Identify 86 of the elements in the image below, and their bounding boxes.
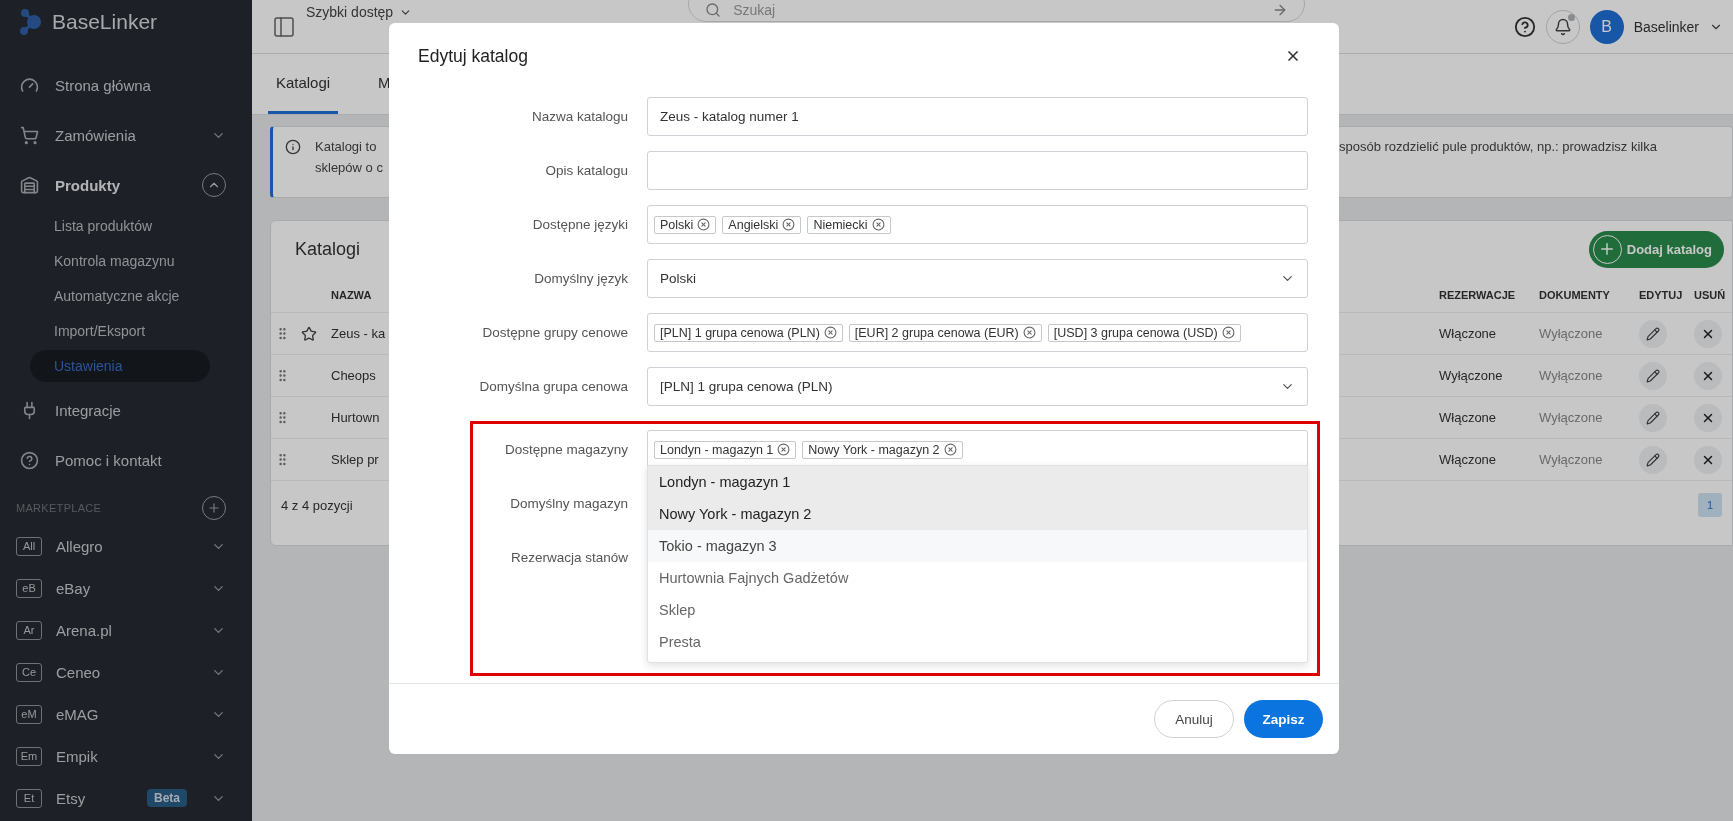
info-text: sklepów o c (315, 160, 384, 175)
dropdown-option[interactable]: Londyn - magazyn 1 (648, 466, 1307, 498)
save-button[interactable]: Zapisz (1244, 700, 1323, 738)
tab[interactable]: M (378, 54, 391, 114)
table-cell: Cheops (331, 368, 376, 383)
text-field[interactable]: Zeus - katalog numer 1 (647, 97, 1308, 136)
table-cell: Wyłączone (1539, 452, 1603, 467)
tags-field[interactable]: [PLN] 1 grupa cenowa (PLN) [EUR] 2 grupa cenowa (EUR) [USD] 3 grupa cenowa (USD) (647, 313, 1308, 352)
dropdown-option[interactable]: Tokio - magazyn 3 (648, 530, 1307, 562)
table-cell: Włączone (1439, 452, 1497, 467)
select-field[interactable]: Polski (647, 259, 1308, 298)
marketplace-item[interactable]: Ce Ceneo (0, 651, 252, 693)
tag: Londyn - magazyn 1 (654, 440, 797, 459)
field-label: Domyślny język (533, 271, 628, 286)
column-header: EDYTUJ (1639, 288, 1683, 301)
add-catalog-button[interactable]: Dodaj katalog (1588, 230, 1724, 268)
user-name[interactable]: Baselinker (1633, 18, 1699, 35)
avatar[interactable]: B (1589, 9, 1624, 44)
marketplace-item[interactable]: All Allegro (0, 525, 252, 567)
page-button[interactable]: 1 (1698, 493, 1722, 517)
marketplace-item[interactable]: eM eMAG (0, 693, 252, 735)
nav-item[interactable]: Strona główna (0, 60, 252, 110)
table-cell: Zeus - ka (331, 326, 386, 341)
table-cell: Wyłączone (1539, 326, 1603, 341)
field-label: Dostępne języki (531, 217, 628, 232)
column-header: NAZWA (331, 288, 372, 301)
field-label: Rezerwacja stanów (509, 550, 628, 565)
tag: Nowy York - magazyn 2 (802, 440, 963, 459)
column-header: DOKUMENTY (1539, 288, 1610, 301)
nav-item[interactable]: Zamówienia (0, 110, 252, 160)
marketplace-icon: Ar (16, 620, 42, 640)
field-label: Domyślna grupa cenowa (478, 379, 628, 394)
modal-title: Edytuj katalog (418, 45, 528, 67)
quick-access-menu[interactable]: Szybki dostęp (306, 4, 413, 20)
table-cell: Sklep pr (331, 452, 379, 467)
marketplace-item[interactable]: Et Etsy Beta (0, 777, 252, 819)
marketplace-item[interactable]: eB eBay (0, 567, 252, 609)
nav-item[interactable]: Produkty (0, 160, 252, 210)
marketplace-icon: Et (16, 788, 42, 808)
info-text: sposób rozdzielić pule produktów, np.: prowadzisz kilka (1339, 139, 1658, 154)
nav-subitem[interactable]: Lista produktów (30, 210, 210, 242)
field-label: Domyślny magazyn (509, 496, 628, 511)
tags-field[interactable]: Polski Angielski Niemiecki (647, 205, 1308, 244)
marketplace-item[interactable]: Ar Arena.pl (0, 609, 252, 651)
table-cell: Hurtown (331, 410, 380, 425)
table-cell: Wyłączone (1439, 368, 1503, 383)
tag: [USD] 3 grupa cenowa (USD) (1047, 323, 1241, 342)
field-label: Opis katalogu (544, 163, 628, 178)
dropdown-option[interactable]: Presta (648, 626, 1307, 658)
section-title: MARKETPLACE (16, 502, 102, 514)
column-header: USUŃ (1694, 288, 1726, 301)
dropdown-option[interactable]: Sklep (648, 594, 1307, 626)
marketplace-icon: eM (16, 704, 42, 724)
marketplace-icon: eB (16, 578, 42, 598)
nav-item[interactable]: Pomoc i kontakt (0, 435, 252, 485)
dropdown-option[interactable]: Hurtownia Fajnych Gadżetów (648, 562, 1307, 594)
table-cell: Wyłączone (1539, 410, 1603, 425)
cancel-button[interactable]: Anuluj (1154, 700, 1234, 738)
marketplace-item[interactable]: Em Empik (0, 735, 252, 777)
nav-subitem[interactable]: Kontrola magazynu (30, 245, 210, 277)
nav-subitem[interactable]: Import/Eksport (30, 315, 210, 347)
marketplace-icon: All (16, 536, 42, 556)
dropdown-option[interactable]: Nowy York - magazyn 2 (648, 498, 1307, 530)
field-label: Dostępne magazyny (503, 442, 628, 457)
field-label: Nazwa katalogu (530, 109, 628, 124)
info-text: Katalogi to (315, 139, 378, 154)
tag: Polski (654, 215, 717, 234)
card-title: Katalogi (295, 238, 361, 260)
table-cell: Włączone (1439, 326, 1497, 341)
marketplace-icon: Em (16, 746, 42, 766)
tab[interactable]: Katalogi (268, 54, 338, 114)
row-count: 4 z 4 pozycji (281, 497, 353, 513)
table-cell: Wyłączone (1539, 368, 1603, 383)
select-field[interactable]: [PLN] 1 grupa cenowa (PLN) (647, 367, 1308, 406)
logo-text: BaseLinker (52, 10, 158, 34)
beta-badge: Beta (147, 789, 187, 807)
tag: Angielski (722, 215, 802, 234)
column-header: REZERWACJE (1439, 288, 1516, 301)
marketplace-icon: Ce (16, 662, 42, 682)
table-cell: Włączone (1439, 410, 1497, 425)
tag: [PLN] 1 grupa cenowa (PLN) (654, 323, 843, 342)
field-label: Dostępne grupy cenowe (481, 325, 628, 340)
tag: [EUR] 2 grupa cenowa (EUR) (848, 323, 1042, 342)
tag: Niemiecki (807, 215, 891, 234)
nav-subitem[interactable]: Automatyczne akcje (30, 280, 210, 312)
nav-item[interactable]: Integracje (0, 385, 252, 435)
